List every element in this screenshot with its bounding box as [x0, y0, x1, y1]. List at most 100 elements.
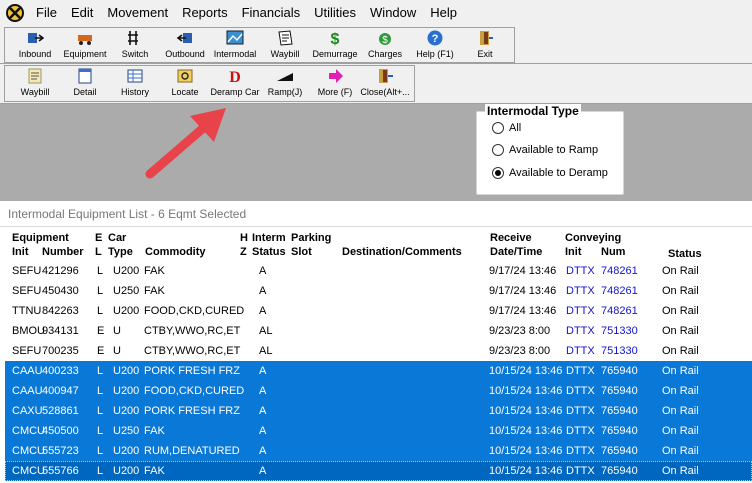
toolbar-button-exit[interactable]: Exit — [460, 26, 510, 62]
header-status[interactable]: Status — [668, 247, 702, 261]
cell-conveying-init[interactable]: DTTX — [566, 321, 595, 341]
menu-file[interactable]: File — [29, 0, 64, 26]
toolbar-button-outbound[interactable]: Outbound — [160, 26, 210, 62]
app-logo-icon[interactable] — [5, 3, 25, 23]
header-number[interactable]: Number — [42, 245, 84, 259]
table-row[interactable]: BMOU 934131 E U CTBY,WWO,RC,ET AL 9/23/23 8:00… — [5, 321, 752, 341]
menu-utilities[interactable]: Utilities — [307, 0, 363, 26]
radio-available-to-ramp[interactable]: Available to Ramp — [492, 144, 598, 156]
cell-conveying-num[interactable]: 748261 — [601, 281, 638, 301]
toolbar-button-equipment[interactable]: Equipment — [60, 26, 110, 62]
cell-commodity: FAK — [144, 425, 165, 437]
toolbar-button-history[interactable]: History — [110, 64, 160, 100]
table-row[interactable]: SEFU 450430 L U250 FAK A 9/17/24 13:46 DTTX 7482… — [5, 281, 752, 301]
menu-financials[interactable]: Financials — [235, 0, 308, 26]
header-l[interactable]: L — [95, 245, 102, 259]
menu-help[interactable]: Help — [423, 0, 464, 26]
cell-conveying-init[interactable]: DTTX — [566, 401, 595, 421]
header-z[interactable]: Z — [240, 245, 247, 259]
cell-number: 400947 — [42, 385, 79, 397]
cell-conveying-num[interactable]: 765940 — [601, 381, 638, 401]
radio-circle[interactable] — [492, 122, 504, 134]
table-row[interactable]: TTNU 842263 L U200 FOOD,CKD,CURED A 9/17/24 13… — [5, 301, 752, 321]
cell-receive-date: 9/23/23 8:00 — [489, 345, 551, 357]
toolbar-button-switch[interactable]: Switch — [110, 26, 160, 62]
cell-conveying-num[interactable]: 751330 — [601, 321, 638, 341]
table-row[interactable]: SEFU 700235 E U CTBY,WWO,RC,ET AL 9/23/23 8:00… — [5, 341, 752, 361]
table-row[interactable]: CMCU 450500 L U250 FAK A 10/15/24 13:46 DTTX 765… — [5, 421, 752, 441]
cell-conveying-init[interactable]: DTTX — [566, 301, 595, 321]
header-conveying-init[interactable]: Init — [565, 245, 582, 259]
header-interm[interactable]: Interm — [252, 231, 286, 245]
header-commodity[interactable]: Commodity — [145, 245, 206, 259]
cell-conveying-init[interactable]: DTTX — [566, 461, 595, 481]
header-type[interactable]: Type — [108, 245, 133, 259]
menu-window[interactable]: Window — [363, 0, 423, 26]
cell-init: CAAU — [12, 385, 43, 397]
cell-type: U200 — [113, 405, 140, 417]
cell-status: On Rail — [662, 285, 699, 297]
toolbar-button-close-alt[interactable]: Close(Alt+... — [360, 64, 410, 100]
table-row[interactable]: CAXU 528861 L U200 PORK FRESH FRZ A 10/15/24 1… — [5, 401, 752, 421]
radio-circle[interactable] — [492, 144, 504, 156]
cell-conveying-init[interactable]: DTTX — [566, 421, 595, 441]
toolbar-button-locate[interactable]: Locate — [160, 64, 210, 100]
table-row[interactable]: CAAU 400947 L U200 FOOD,CKD,CURED A 10/15/24 1… — [5, 381, 752, 401]
header-receive[interactable]: Receive — [490, 231, 532, 245]
radio-available-to-deramp[interactable]: Available to Deramp — [492, 167, 608, 179]
cell-conveying-num[interactable]: 765940 — [601, 401, 638, 421]
exit-icon — [480, 31, 493, 45]
toolbar-button-waybill[interactable]: Waybill — [260, 26, 310, 62]
menu-movement[interactable]: Movement — [100, 0, 175, 26]
toolbar-button-ramp-j[interactable]: Ramp(J) — [260, 64, 310, 100]
toolbar-button-more-f[interactable]: More (F) — [310, 64, 360, 100]
cell-conveying-num[interactable]: 751330 — [601, 341, 638, 361]
cell-receive-date: 9/17/24 13:46 — [489, 265, 557, 277]
table-row[interactable]: CMCU 555766 L U200 FAK A 10/15/24 13:46 DTTX 765… — [5, 461, 752, 481]
table-row[interactable]: CMCU 555723 L U200 RUM,DENATURED A 10/15/24 13… — [5, 441, 752, 461]
header-parking[interactable]: Parking — [291, 231, 331, 245]
charges-icon: $ — [379, 33, 391, 46]
cell-conveying-init[interactable]: DTTX — [566, 261, 595, 281]
menu-reports[interactable]: Reports — [175, 0, 235, 26]
toolbar-button-detail[interactable]: Detail — [60, 64, 110, 100]
header-init[interactable]: Init — [12, 245, 29, 259]
cell-conveying-num[interactable]: 748261 — [601, 261, 638, 281]
cell-conveying-num[interactable]: 765940 — [601, 441, 638, 461]
table-row[interactable]: SEFU 421296 L U200 FAK A 9/17/24 13:46 DTTX 7482… — [5, 261, 752, 281]
cell-conveying-num[interactable]: 765940 — [601, 421, 638, 441]
toolbar-button-help-f1[interactable]: ? Help (F1) — [410, 26, 460, 62]
intermodal-icon — [226, 30, 244, 45]
radio-circle[interactable] — [492, 167, 504, 179]
cell-conveying-init[interactable]: DTTX — [566, 281, 595, 301]
header-h[interactable]: H — [240, 231, 248, 245]
cell-conveying-init[interactable]: DTTX — [566, 361, 595, 381]
toolbar-button-waybill[interactable]: Waybill — [10, 64, 60, 100]
header-datetime[interactable]: Date/Time — [490, 245, 542, 259]
cell-interm-status: A — [259, 265, 267, 277]
toolbar-button-deramp-car[interactable]: D Deramp Car — [210, 64, 260, 100]
header-car[interactable]: Car — [108, 231, 126, 245]
header-slot[interactable]: Slot — [291, 245, 312, 259]
cell-conveying-init[interactable]: DTTX — [566, 381, 595, 401]
list-title: Intermodal Equipment List - 6 Eqmt Selec… — [0, 201, 752, 227]
header-destination[interactable]: Destination/Comments — [342, 245, 462, 259]
cell-conveying-init[interactable]: DTTX — [566, 441, 595, 461]
radio-all[interactable]: All — [492, 122, 521, 134]
cell-receive-date: 9/17/24 13:46 — [489, 305, 557, 317]
header-conveying-num[interactable]: Num — [601, 245, 625, 259]
header-conveying[interactable]: Conveying — [565, 231, 621, 245]
table-row[interactable]: CAAU 400233 L U200 PORK FRESH FRZ A 10/15/24 1… — [5, 361, 752, 381]
cell-conveying-num[interactable]: 765940 — [601, 361, 638, 381]
toolbar-button-intermodal[interactable]: Intermodal — [210, 26, 260, 62]
header-equipment[interactable]: Equipment — [12, 231, 69, 245]
toolbar-button-charges[interactable]: $ Charges — [360, 26, 410, 62]
header-interm-status[interactable]: Status — [252, 245, 286, 259]
cell-conveying-init[interactable]: DTTX — [566, 341, 595, 361]
toolbar-button-inbound[interactable]: Inbound — [10, 26, 60, 62]
cell-conveying-num[interactable]: 748261 — [601, 301, 638, 321]
cell-conveying-num[interactable]: 765940 — [601, 461, 638, 481]
toolbar-button-demurrage[interactable]: $ Demurrage — [310, 26, 360, 62]
menu-edit[interactable]: Edit — [64, 0, 100, 26]
header-e[interactable]: E — [95, 231, 102, 245]
